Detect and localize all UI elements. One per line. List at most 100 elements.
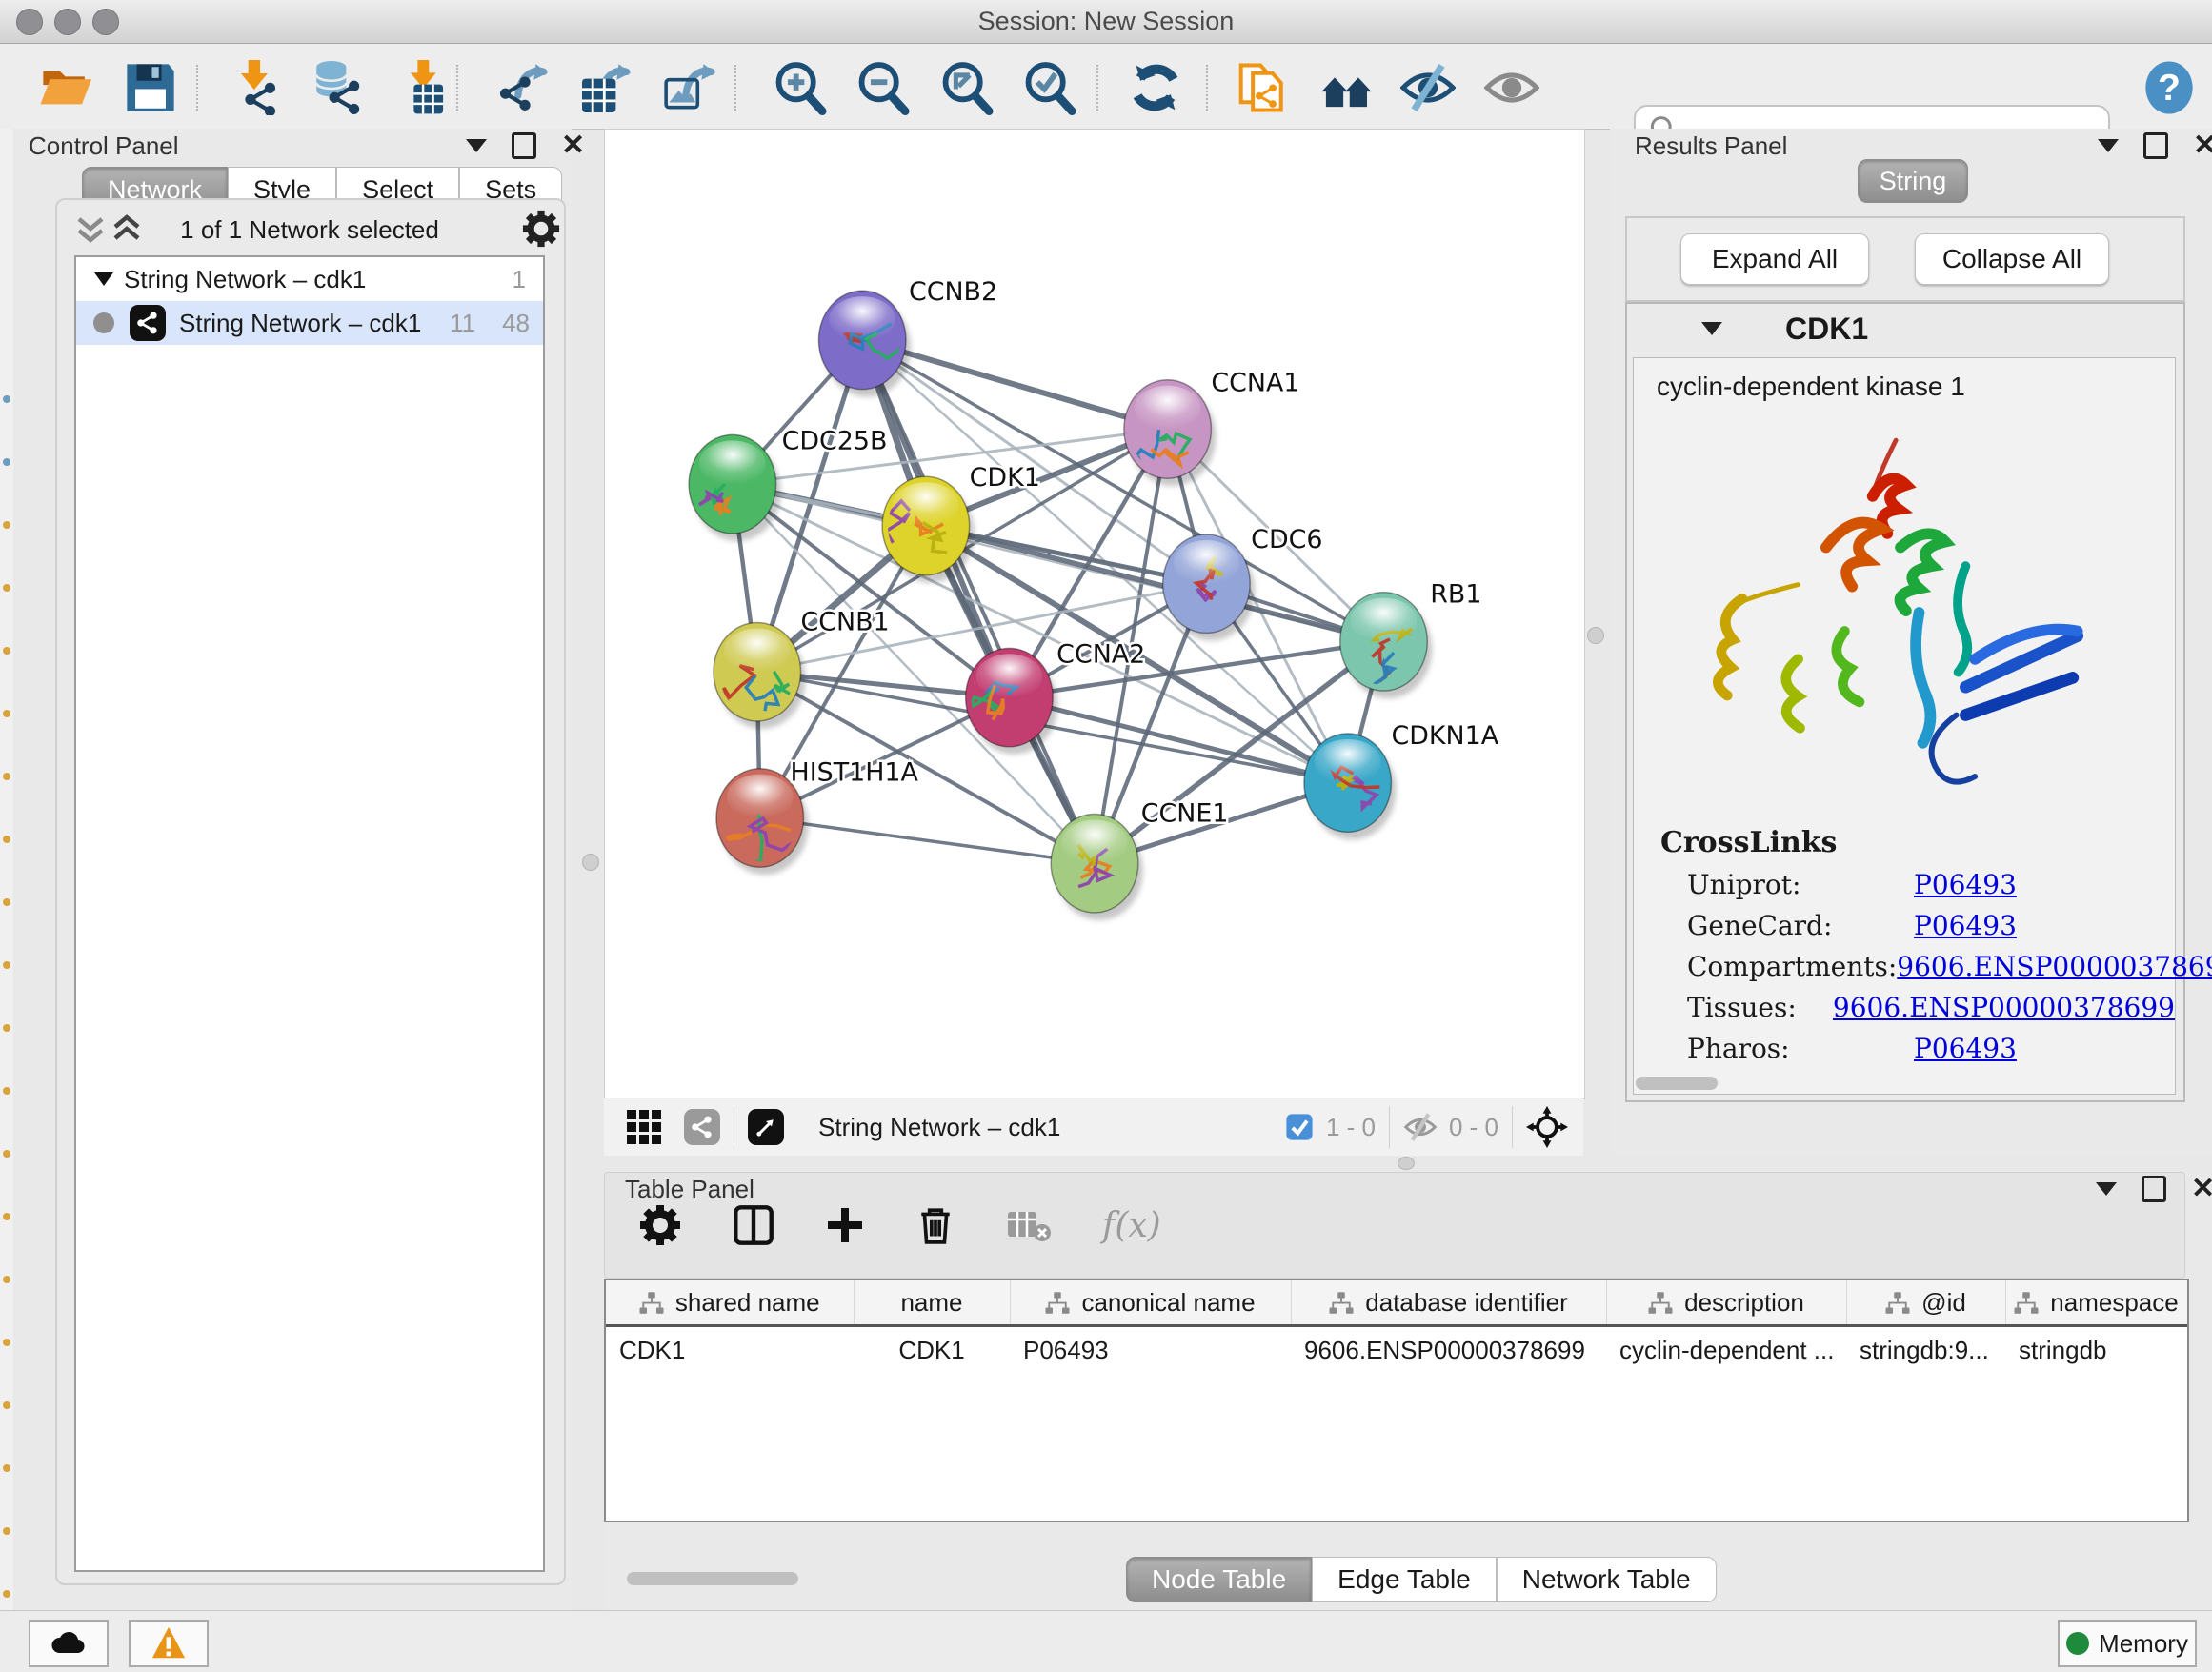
clone-network-icon[interactable]: [1233, 60, 1288, 115]
gene-collapse-icon[interactable]: [1701, 322, 1722, 335]
crosslink-link[interactable]: P06493: [1914, 910, 2017, 941]
crosslink-link[interactable]: P06493: [1914, 869, 2017, 900]
status-bar: Memory: [0, 1610, 2212, 1672]
import-table-icon[interactable]: [397, 60, 452, 115]
save-session-icon[interactable]: [123, 60, 178, 115]
node-CCNA1[interactable]: CCNA1: [1124, 369, 1300, 487]
network-canvas[interactable]: CCNB2 CCNA1 CDC25BCDK1 CDC6 RB1 CCNB1 CCNA2 HIS…: [604, 129, 1585, 1099]
export-image-icon[interactable]: [662, 60, 717, 115]
tab-edge-table[interactable]: Edge Table: [1312, 1557, 1497, 1602]
vertical-splitter-handle[interactable]: [1587, 627, 1604, 644]
zoom-fit-icon[interactable]: [939, 60, 995, 115]
tab-network-table[interactable]: Network Table: [1497, 1557, 1717, 1602]
column-header-shared-name[interactable]: shared name: [606, 1280, 854, 1326]
table-panel-title: Table Panel: [625, 1175, 754, 1204]
column-header-description[interactable]: description: [1606, 1280, 1846, 1326]
control-panel: Control Panel ✕ Network Style Select Set…: [13, 129, 572, 1610]
control-panel-float-icon[interactable]: [466, 139, 487, 152]
table-panel-float-icon[interactable]: [2096, 1182, 2117, 1196]
column-header--id[interactable]: @id: [1846, 1280, 2005, 1326]
crosslink-link[interactable]: 9606.ENSP00000378699: [1833, 992, 2175, 1023]
table-panel-close-icon[interactable]: ✕: [2191, 1178, 2212, 1199]
node-CDK1[interactable]: CDK1: [882, 463, 1040, 583]
memory-button[interactable]: Memory: [2058, 1620, 2197, 1667]
crosslink-link[interactable]: 9606.ENSP00000378699: [1897, 951, 2212, 982]
tab-node-table[interactable]: Node Table: [1126, 1557, 1312, 1602]
table-panel-undock-icon[interactable]: [2142, 1176, 2166, 1202]
node-CCNB1[interactable]: CCNB1: [714, 607, 890, 728]
zoom-selected-icon[interactable]: [1022, 60, 1077, 115]
import-network-icon[interactable]: [230, 60, 285, 115]
window-titlebar: Session: New Session: [0, 0, 2212, 44]
network-list-gear-icon[interactable]: [522, 210, 560, 248]
column-header-database-identifier[interactable]: database identifier: [1291, 1280, 1606, 1326]
column-header-name[interactable]: name: [854, 1280, 1010, 1326]
node-table[interactable]: shared namenamecanonical namedatabase id…: [604, 1279, 2189, 1522]
show-all-icon[interactable]: [1484, 60, 1539, 115]
pan-crosshair-icon[interactable]: [1526, 1106, 1568, 1148]
table-cell: stringdb:9...: [1846, 1326, 2005, 1374]
open-session-icon[interactable]: [39, 60, 94, 115]
network-view-title: String Network – cdk1: [818, 1113, 1060, 1142]
hidden-counts: 0 - 0: [1449, 1113, 1498, 1142]
export-network-icon[interactable]: [496, 60, 552, 115]
add-column-icon[interactable]: [826, 1206, 864, 1244]
node-CCNA2[interactable]: CCNA2: [966, 639, 1146, 755]
refresh-icon[interactable]: [1128, 60, 1183, 115]
delete-column-icon[interactable]: [915, 1205, 955, 1245]
node-RB1[interactable]: RB1: [1340, 580, 1482, 699]
control-panel-undock-icon[interactable]: [512, 132, 536, 159]
delete-table-icon: [1007, 1208, 1051, 1242]
zoom-in-icon[interactable]: [773, 60, 828, 115]
collection-label: String Network – cdk1: [124, 265, 366, 294]
crosslink-link[interactable]: P06493: [1914, 1033, 2017, 1064]
expand-all-button[interactable]: Expand All: [1680, 233, 1869, 285]
birdseye-view-icon[interactable]: [748, 1109, 784, 1145]
collapse-all-icon[interactable]: [74, 213, 107, 244]
node-HIST1H1A[interactable]: HIST1H1A: [716, 758, 919, 876]
grid-view-icon[interactable]: [625, 1108, 663, 1146]
zoom-out-icon[interactable]: [855, 60, 911, 115]
node-CDC6[interactable]: CDC6: [1163, 525, 1323, 641]
crosslink-row: Tissues:9606.ENSP00000378699: [1687, 992, 2175, 1023]
node-label-RB1: RB1: [1430, 580, 1481, 610]
first-neighbors-icon[interactable]: [1317, 60, 1373, 115]
results-panel-close-icon[interactable]: ✕: [2193, 135, 2212, 156]
left-splitter-handle[interactable]: [582, 854, 599, 871]
results-panel-undock-icon[interactable]: [2143, 132, 2168, 159]
protein-structure-image: [1662, 408, 2139, 817]
tree-expand-icon[interactable]: [94, 272, 113, 286]
results-hscrollbar[interactable]: [1636, 1077, 1718, 1090]
horizontal-splitter-handle[interactable]: [1398, 1157, 1415, 1170]
tab-string[interactable]: String: [1858, 159, 1968, 203]
node-CCNE1[interactable]: CCNE1: [1051, 798, 1228, 919]
hide-selected-icon[interactable]: [1400, 60, 1456, 115]
selected-checkbox-icon[interactable]: [1284, 1112, 1315, 1142]
table-row[interactable]: CDK1CDK1P064939606.ENSP00000378699cyclin…: [606, 1326, 2187, 1374]
crosslink-label: Pharos:: [1687, 1033, 1914, 1064]
gene-name: CDK1: [1785, 312, 1868, 347]
table-hscrollbar[interactable]: [627, 1572, 798, 1585]
crosslinks-heading: CrossLinks: [1660, 826, 2175, 859]
show-columns-icon[interactable]: [733, 1204, 774, 1246]
column-header-namespace[interactable]: namespace: [2005, 1280, 2187, 1326]
network-graph[interactable]: CCNB2 CCNA1 CDC25BCDK1 CDC6 RB1 CCNB1 CCNA2 HIS…: [605, 130, 1584, 1098]
network-collection-row[interactable]: String Network – cdk1 1: [76, 257, 543, 301]
control-panel-close-icon[interactable]: ✕: [561, 135, 585, 156]
column-header-canonical-name[interactable]: canonical name: [1010, 1280, 1291, 1326]
selected-counts: 1 - 0: [1326, 1113, 1376, 1142]
warning-button[interactable]: [129, 1620, 209, 1667]
network-row[interactable]: String Network – cdk1 11 48: [76, 301, 543, 345]
network-share-icon[interactable]: [684, 1109, 720, 1145]
cloud-button[interactable]: [29, 1620, 109, 1667]
results-panel-float-icon[interactable]: [2098, 139, 2119, 152]
node-CDKN1A[interactable]: CDKN1A: [1304, 721, 1499, 840]
expand-all-icon[interactable]: [111, 213, 143, 244]
export-table-icon[interactable]: [579, 60, 634, 115]
import-network-from-database-icon[interactable]: [310, 60, 365, 115]
help-icon[interactable]: ?: [2142, 60, 2197, 115]
node-CCNB2[interactable]: CCNB2: [818, 277, 997, 397]
table-settings-gear-icon[interactable]: [639, 1204, 681, 1246]
collapse-all-button[interactable]: Collapse All: [1915, 233, 2109, 285]
node-CDC25B[interactable]: CDC25B: [689, 426, 887, 541]
